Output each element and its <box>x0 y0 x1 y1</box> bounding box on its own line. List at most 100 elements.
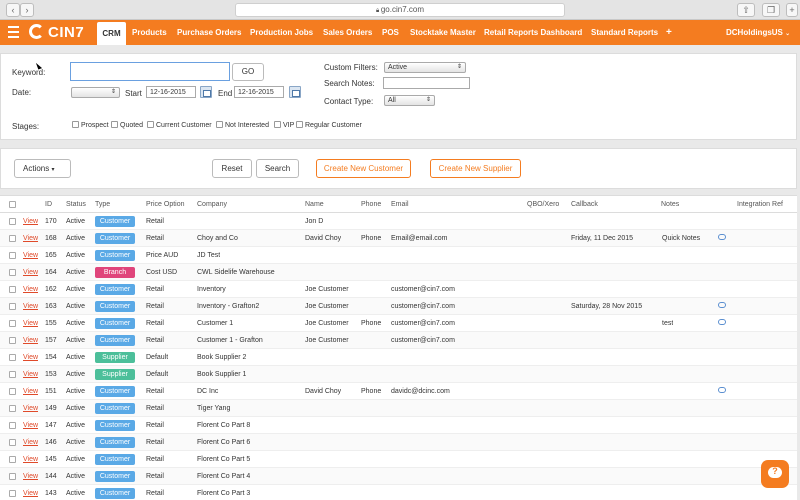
calendar-icon[interactable] <box>200 86 212 98</box>
row-checkbox[interactable] <box>9 303 16 310</box>
nav-pos[interactable]: POS <box>382 20 399 45</box>
view-link[interactable]: View <box>23 383 38 400</box>
col-notes[interactable]: Notes <box>661 196 679 213</box>
view-link[interactable]: View <box>23 298 38 315</box>
col-callback[interactable]: Callback <box>571 196 598 213</box>
col-integration-ref[interactable]: Integration Ref <box>737 196 783 213</box>
col-id[interactable]: ID <box>45 196 52 213</box>
new-tab-button[interactable]: + <box>786 3 798 17</box>
account-menu[interactable]: DCHoldingsUS ⌄ <box>726 20 790 45</box>
checkbox[interactable] <box>111 121 118 128</box>
speech-bubble-icon[interactable] <box>718 302 726 308</box>
view-link[interactable]: View <box>23 485 38 500</box>
keyword-input[interactable] <box>70 62 230 81</box>
custom-filters-select[interactable]: Active ⇕ <box>384 62 466 73</box>
view-link[interactable]: View <box>23 247 38 264</box>
row-checkbox[interactable] <box>9 422 16 429</box>
stage-not-interested[interactable]: Not Interested <box>216 121 269 129</box>
date-select[interactable]: ⇕ <box>71 87 120 98</box>
nav-standard-reports[interactable]: Standard Reports <box>591 20 658 45</box>
row-checkbox[interactable] <box>9 286 16 293</box>
url-bar[interactable]: 🔒︎ go.cin7.com <box>235 3 565 17</box>
back-button[interactable]: ‹ <box>6 3 20 17</box>
tabs-button[interactable]: ❐ <box>762 3 780 17</box>
row-checkbox[interactable] <box>9 456 16 463</box>
nav-add-button[interactable]: + <box>666 20 672 45</box>
row-checkbox[interactable] <box>9 388 16 395</box>
view-link[interactable]: View <box>23 366 38 383</box>
row-checkbox[interactable] <box>9 269 16 276</box>
contact-type-select[interactable]: All ⇕ <box>384 95 435 106</box>
col-email[interactable]: Email <box>391 196 409 213</box>
row-checkbox[interactable] <box>9 235 16 242</box>
nav-retail-reports-dashboard[interactable]: Retail Reports Dashboard <box>484 20 582 45</box>
stage-prospect[interactable]: Prospect <box>72 121 109 129</box>
col-company[interactable]: Company <box>197 196 227 213</box>
type-badge: Customer <box>95 301 135 312</box>
start-date-input[interactable] <box>146 86 196 98</box>
view-link[interactable]: View <box>23 417 38 434</box>
view-link[interactable]: View <box>23 332 38 349</box>
view-link[interactable]: View <box>23 315 38 332</box>
hamburger-icon[interactable] <box>8 26 19 38</box>
stage-current-customer[interactable]: Current Customer <box>147 121 212 129</box>
nav-purchase-orders[interactable]: Purchase Orders <box>177 20 241 45</box>
search-button[interactable]: Search <box>256 159 299 178</box>
view-link[interactable]: View <box>23 451 38 468</box>
go-button[interactable]: GO <box>232 63 264 81</box>
view-link[interactable]: View <box>23 434 38 451</box>
view-link[interactable]: View <box>23 468 38 485</box>
stage-vip[interactable]: VIP <box>274 121 294 129</box>
row-checkbox[interactable] <box>9 320 16 327</box>
nav-stocktake-master[interactable]: Stocktake Master <box>410 20 476 45</box>
col-type[interactable]: Type <box>95 196 110 213</box>
view-link[interactable]: View <box>23 400 38 417</box>
checkbox[interactable] <box>72 121 79 128</box>
col-name[interactable]: Name <box>305 196 324 213</box>
row-checkbox[interactable] <box>9 218 16 225</box>
calendar-icon[interactable] <box>289 86 301 98</box>
row-checkbox[interactable] <box>9 490 16 497</box>
col-qbo-xero[interactable]: QBO/Xero <box>527 196 559 213</box>
view-link[interactable]: View <box>23 264 38 281</box>
view-link[interactable]: View <box>23 213 38 230</box>
row-checkbox[interactable] <box>9 354 16 361</box>
col-phone[interactable]: Phone <box>361 196 381 213</box>
share-button[interactable]: ⇧ <box>737 3 755 17</box>
row-checkbox[interactable] <box>9 473 16 480</box>
checkbox[interactable] <box>147 121 154 128</box>
view-link[interactable]: View <box>23 230 38 247</box>
nav-sales-orders[interactable]: Sales Orders <box>323 20 372 45</box>
select-all-checkbox[interactable] <box>9 201 16 208</box>
stage-regular-customer[interactable]: Regular Customer <box>296 121 362 129</box>
nav-tab-crm[interactable]: CRM <box>97 22 126 45</box>
checkbox[interactable] <box>296 121 303 128</box>
speech-bubble-icon[interactable] <box>718 387 726 393</box>
view-link[interactable]: View <box>23 281 38 298</box>
row-checkbox[interactable] <box>9 405 16 412</box>
cin7-logo[interactable]: CIN7 <box>29 23 84 42</box>
forward-button[interactable]: › <box>20 3 34 17</box>
view-link[interactable]: View <box>23 349 38 366</box>
chat-help-icon[interactable] <box>761 460 789 488</box>
custom-filters-value: Active <box>388 64 408 71</box>
actions-dropdown[interactable]: Actions ▾ <box>14 159 71 178</box>
col-status[interactable]: Status <box>66 196 86 213</box>
checkbox[interactable] <box>216 121 223 128</box>
create-supplier-button[interactable]: Create New Supplier <box>430 159 521 178</box>
row-checkbox[interactable] <box>9 371 16 378</box>
nav-production-jobs[interactable]: Production Jobs <box>250 20 313 45</box>
checkbox[interactable] <box>274 121 281 128</box>
row-checkbox[interactable] <box>9 252 16 259</box>
create-customer-button[interactable]: Create New Customer <box>316 159 411 178</box>
end-date-input[interactable] <box>234 86 284 98</box>
col-price-option[interactable]: Price Option <box>146 196 185 213</box>
row-checkbox[interactable] <box>9 337 16 344</box>
nav-products[interactable]: Products <box>132 20 167 45</box>
stage-quoted[interactable]: Quoted <box>111 121 143 129</box>
speech-bubble-icon[interactable] <box>718 319 726 325</box>
speech-bubble-icon[interactable] <box>718 234 726 240</box>
reset-button[interactable]: Reset <box>212 159 252 178</box>
row-checkbox[interactable] <box>9 439 16 446</box>
search-notes-input[interactable] <box>383 77 470 89</box>
